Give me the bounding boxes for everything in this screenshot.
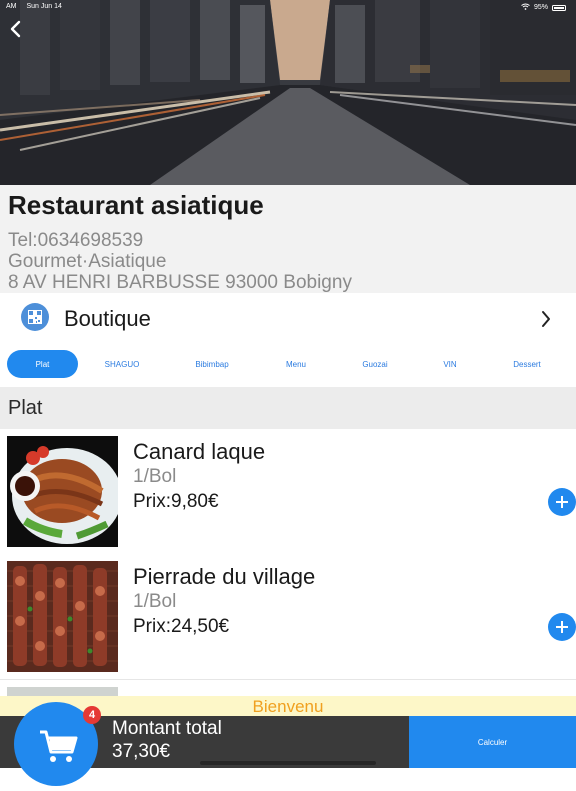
tab-bibimbap[interactable]: Bibimbap: [182, 350, 242, 378]
section-header: [0, 387, 576, 429]
item-price: Prix:24,50€: [133, 616, 230, 637]
hero-image: [0, 0, 576, 185]
battery-icon: [552, 4, 566, 11]
dish-image-partial: [7, 687, 118, 696]
list-item-partial[interactable]: [0, 681, 576, 696]
restaurant-phone[interactable]: Tel:0634698539: [8, 231, 143, 251]
status-time: AM: [6, 3, 17, 10]
tab-vin[interactable]: VIN: [420, 350, 480, 378]
item-unit: 1/Bol: [133, 591, 177, 612]
restaurant-category: Gourmet·Asiatique: [8, 251, 167, 272]
boutique-label: Boutique: [64, 306, 151, 331]
street-photo: [0, 0, 576, 185]
restaurant-address: 8 AV HENRI BARBUSSE 93000 Bobigny: [8, 272, 352, 293]
restaurant-name: Restaurant asiatique: [8, 190, 264, 220]
chevron-left-icon: [10, 20, 21, 38]
wifi-icon: [521, 3, 530, 12]
section-title: Plat: [8, 397, 43, 419]
status-date: Sun Jun 14: [26, 3, 62, 10]
back-button[interactable]: [8, 20, 24, 38]
home-indicator: [200, 761, 376, 765]
cart-count-badge: 4: [83, 706, 101, 724]
tab-menu[interactable]: Menu: [266, 350, 326, 378]
tab-dessert[interactable]: Dessert: [497, 350, 557, 378]
item-name: Pierrade du village: [133, 564, 316, 589]
chevron-right-icon: [542, 311, 550, 327]
tab-shaguo[interactable]: SHAGUO: [92, 350, 152, 378]
status-bar: AM Sun Jun 14 95%: [0, 0, 576, 14]
item-name: Canard laque: [133, 439, 266, 464]
tab-plat[interactable]: Plat: [7, 350, 78, 378]
total-value: 37,30€: [112, 741, 171, 762]
battery-percent: 95%: [533, 4, 548, 11]
calculate-button[interactable]: Calculer: [409, 716, 576, 768]
add-to-cart-button[interactable]: [548, 613, 576, 641]
item-price: Prix:9,80€: [133, 491, 219, 512]
tab-guozai[interactable]: Guozai: [345, 350, 405, 378]
qr-code-icon: [21, 303, 49, 331]
item-unit: 1/Bol: [133, 466, 177, 487]
dish-image-canard: [7, 436, 118, 547]
dish-image-pierrade: [7, 561, 118, 672]
total-label: Montant total: [112, 718, 222, 739]
add-to-cart-button[interactable]: [548, 488, 576, 516]
